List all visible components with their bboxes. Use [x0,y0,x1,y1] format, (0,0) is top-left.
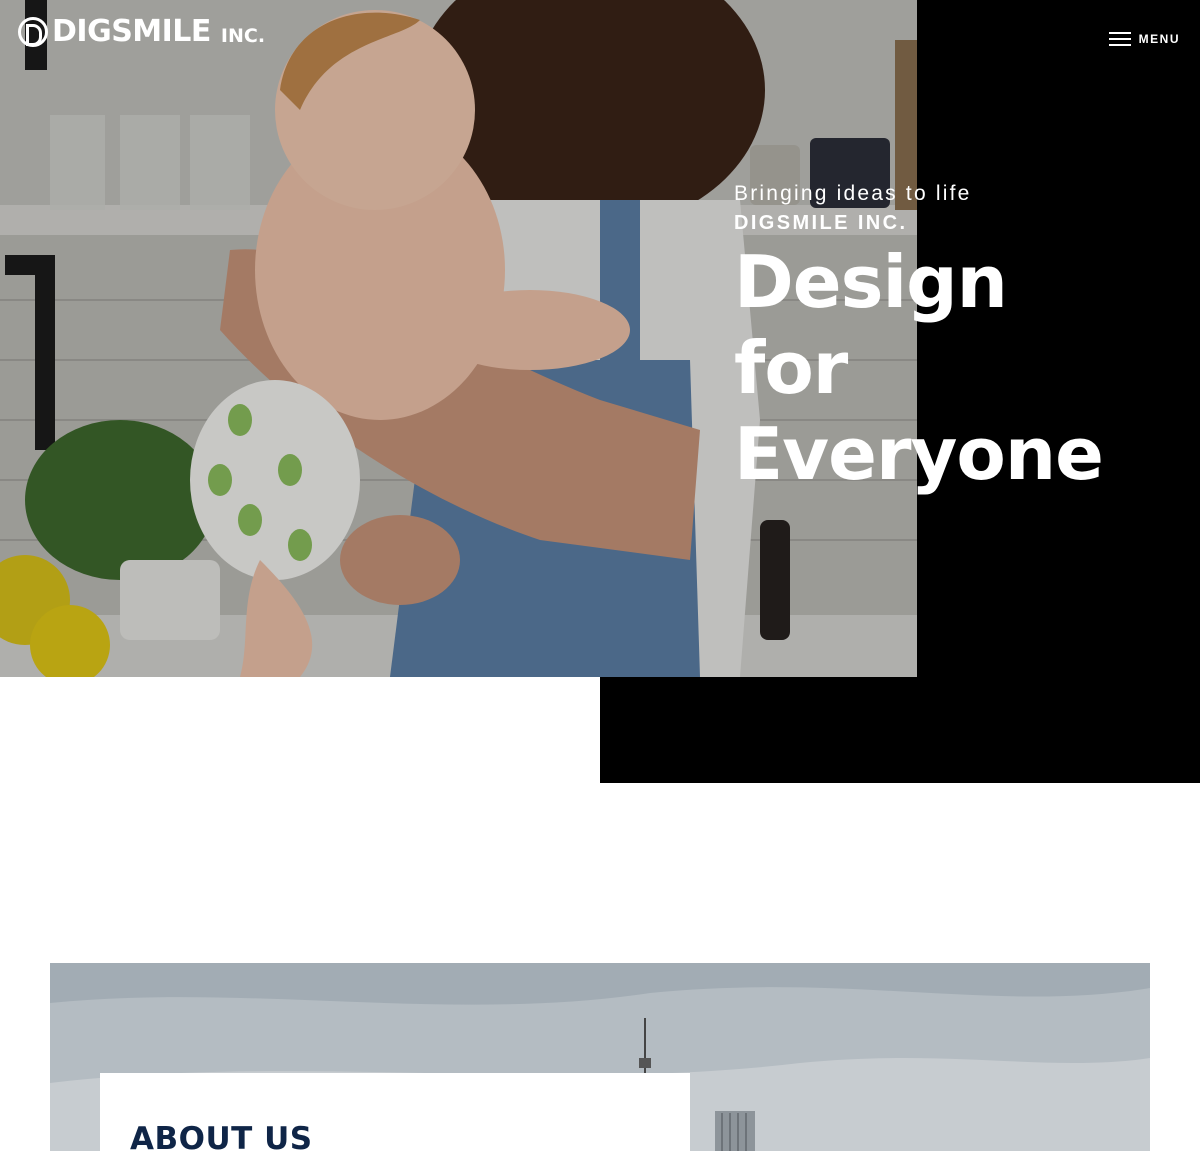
hero-tagline: Bringing ideas to life [734,182,972,205]
hero-text-block: Bringing ideas to life DIGSMILE INC. Des… [734,182,1104,497]
hamburger-icon [1108,32,1131,46]
headline-line: Design [734,240,1008,324]
hero-company: DIGSMILE INC. [734,212,908,234]
about-card: ABOUT US [100,1073,690,1151]
logo-text: DIGSMILE [52,14,211,49]
menu-button[interactable]: MENU [1108,32,1180,46]
headline-line: Everyone [734,412,1104,496]
menu-label: MENU [1138,32,1180,46]
logo-icon [18,16,48,47]
about-title: ABOUT US [130,1121,313,1151]
logo-suffix: INC. [220,24,266,47]
headline-line: for [734,326,848,410]
site-logo[interactable]: DIGSMILE INC. [18,14,265,49]
hero-headline: Design for Everyone [734,239,1104,497]
